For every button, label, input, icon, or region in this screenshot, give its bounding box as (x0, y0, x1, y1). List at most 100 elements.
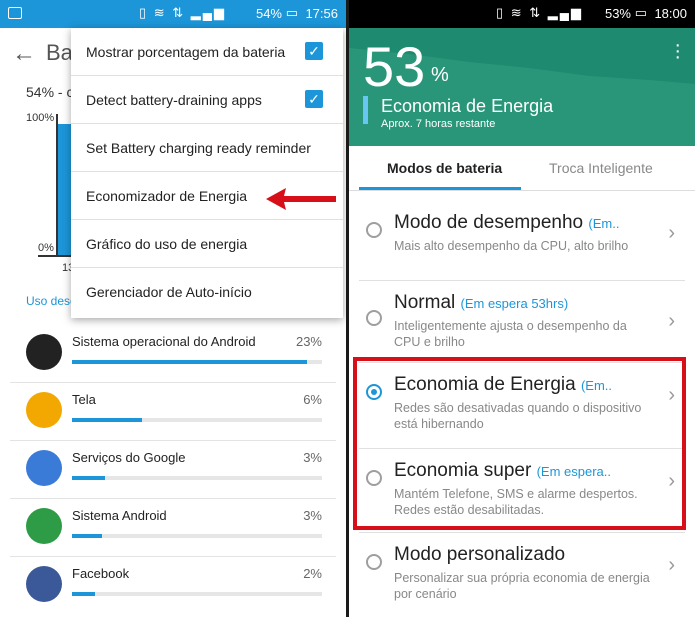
mode-divider (359, 280, 685, 281)
app-name: Tela (72, 392, 96, 407)
percent-sign: % (431, 64, 449, 86)
battery-header: 53 % · · · Economia de Energia Aprox. 7 ho… (349, 28, 695, 146)
chart-tick-top: 100% (26, 112, 55, 124)
page-title: Ba (46, 40, 73, 65)
app-name: Facebook (72, 566, 130, 581)
app-row[interactable]: Tela 6% (0, 388, 346, 446)
menu-item-label: Set Battery charging ready reminder (86, 140, 311, 156)
facebook-icon (26, 566, 62, 602)
menu-item-charging-reminder[interactable]: Set Battery charging ready reminder (71, 124, 343, 172)
time-remaining: Aprox. 7 horas restante (381, 118, 496, 130)
app-row[interactable]: Serviços do Google 3% (0, 446, 346, 504)
mode-name: Normal (394, 292, 456, 313)
app-name: Serviços do Google (72, 450, 186, 465)
app-row[interactable]: Sistema operacional do Android 23% (0, 330, 346, 388)
chart-tick-bottom: 0% (38, 242, 54, 254)
mode-description: Personalizar sua própria economia de ene… (394, 571, 650, 601)
menu-item-show-percentage[interactable]: Mostrar porcentagem da bateria ✓ (71, 28, 343, 76)
row-divider (10, 440, 336, 441)
row-divider (10, 382, 336, 383)
mode-standby-status: (Em espera 53hrs) (460, 296, 569, 311)
radio-unselected[interactable] (366, 222, 382, 238)
tab-battery-modes[interactable]: Modos de bateria (387, 160, 502, 176)
chevron-right-icon[interactable]: › (668, 554, 675, 577)
app-name: Sistema Android (72, 508, 167, 523)
more-options-icon[interactable]: · · · (674, 35, 681, 67)
menu-item-autostart-manager[interactable]: Gerenciador de Auto-início (71, 268, 343, 316)
mode-divider (359, 532, 685, 533)
clock: 17:56 (305, 6, 338, 21)
tab-smart-switch[interactable]: Troca Inteligente (549, 160, 653, 176)
chevron-right-icon[interactable]: › (668, 222, 675, 245)
mode-standby-status: (Em.. (588, 216, 620, 231)
mode-title: Modo de desempenho (Em.. (394, 212, 619, 234)
red-pointer-arrow-icon (266, 188, 336, 210)
clock: 18:00 (654, 6, 687, 21)
app-row[interactable]: Sistema Android 3% (0, 504, 346, 562)
menu-item-label: Mostrar porcentagem da bateria (86, 44, 286, 60)
signal-icons: ▯ ≋ ⇅ ▂▄▆ (496, 5, 583, 20)
usage-bar-fill (72, 592, 95, 596)
usage-bar-fill (72, 476, 105, 480)
battery-percent: 53% (604, 6, 631, 21)
radio-unselected[interactable] (366, 310, 382, 326)
battery-icon: ▭ (634, 5, 649, 20)
app-usage-percent: 3% (303, 450, 322, 465)
usage-bar-fill (72, 360, 307, 364)
mode-custom[interactable]: Modo personalizado Personalizar sua próp… (349, 542, 695, 617)
menu-item-label: Gráfico do uso de energia (86, 236, 248, 252)
usage-bar-track (72, 592, 322, 596)
left-screenshot: ▯ ≋ ⇅ ▂▄▆ 54% ▭ 17:56 ← Ba 54% - c 100% … (0, 0, 346, 617)
app-usage-percent: 6% (303, 392, 322, 407)
battery-icon: ▭ (285, 5, 300, 20)
usage-bar-track (72, 476, 322, 480)
active-tab-indicator (359, 187, 521, 190)
back-arrow-icon[interactable]: ← (12, 40, 36, 68)
checkbox-checked[interactable]: ✓ (305, 90, 323, 108)
android-system-icon (26, 508, 62, 544)
row-divider (10, 498, 336, 499)
app-name: Sistema operacional do Android (72, 334, 256, 349)
red-highlight-box (353, 357, 686, 530)
usage-bar-track (72, 418, 322, 422)
usage-bar-fill (72, 534, 102, 538)
right-screenshot: ▯ ≋ ⇅ ▂▄▆ 53% ▭ 18:00 53 % · · · Economia … (349, 0, 695, 617)
usage-bar-track (72, 534, 322, 538)
app-usage-percent: 23% (295, 334, 322, 349)
menu-item-label: Gerenciador de Auto-início (86, 284, 252, 300)
app-row[interactable]: Facebook 2% (0, 562, 346, 617)
mode-name: Modo personalizado (394, 544, 566, 565)
battery-percent: 54% (255, 6, 282, 21)
battery-percent-large: 53 (363, 35, 426, 98)
menu-item-label: Detect battery-draining apps (86, 92, 262, 108)
chevron-right-icon[interactable]: › (668, 310, 675, 333)
usage-bar-track (72, 360, 322, 364)
current-mode-title: Economia de Energia (381, 96, 554, 116)
usage-link[interactable]: Uso desc (26, 294, 76, 308)
mode-name: Modo de desempenho (394, 212, 584, 233)
battery-level-fill (58, 124, 72, 255)
menu-item-detect-draining[interactable]: Detect battery-draining apps ✓ (71, 76, 343, 124)
android-icon (26, 334, 62, 370)
app-usage-percent: 3% (303, 508, 322, 523)
mode-description: Mais alto desempenho da CPU, alto brilho (394, 239, 629, 253)
checkbox-checked[interactable]: ✓ (305, 42, 323, 60)
menu-item-energy-graph[interactable]: Gráfico do uso de energia (71, 220, 343, 268)
mode-title: Normal (Em espera 53hrs) (394, 292, 568, 314)
battery-summary: 54% - c (26, 84, 74, 100)
google-services-icon (26, 450, 62, 486)
battery-level-marker (363, 96, 368, 124)
status-bar: ▯ ≋ ⇅ ▂▄▆ 54% ▭ 17:56 (0, 0, 346, 28)
app-usage-percent: 2% (303, 566, 322, 581)
status-bar: ▯ ≋ ⇅ ▂▄▆ 53% ▭ 18:00 (349, 0, 695, 28)
menu-item-label: Economizador de Energia (86, 188, 248, 204)
row-divider (10, 556, 336, 557)
radio-unselected[interactable] (366, 554, 382, 570)
signal-icons: ▯ ≋ ⇅ ▂▄▆ (139, 5, 226, 20)
tab-bar: Modos de bateria Troca Inteligente (349, 146, 695, 191)
mode-performance[interactable]: Modo de desempenho (Em.. Mais alto desemp… (349, 210, 695, 288)
mode-description: Inteligentemente ajusta o desempenho da … (394, 319, 627, 349)
usage-bar-fill (72, 418, 142, 422)
brightness-icon (26, 392, 62, 428)
image-notification-icon (8, 7, 22, 19)
